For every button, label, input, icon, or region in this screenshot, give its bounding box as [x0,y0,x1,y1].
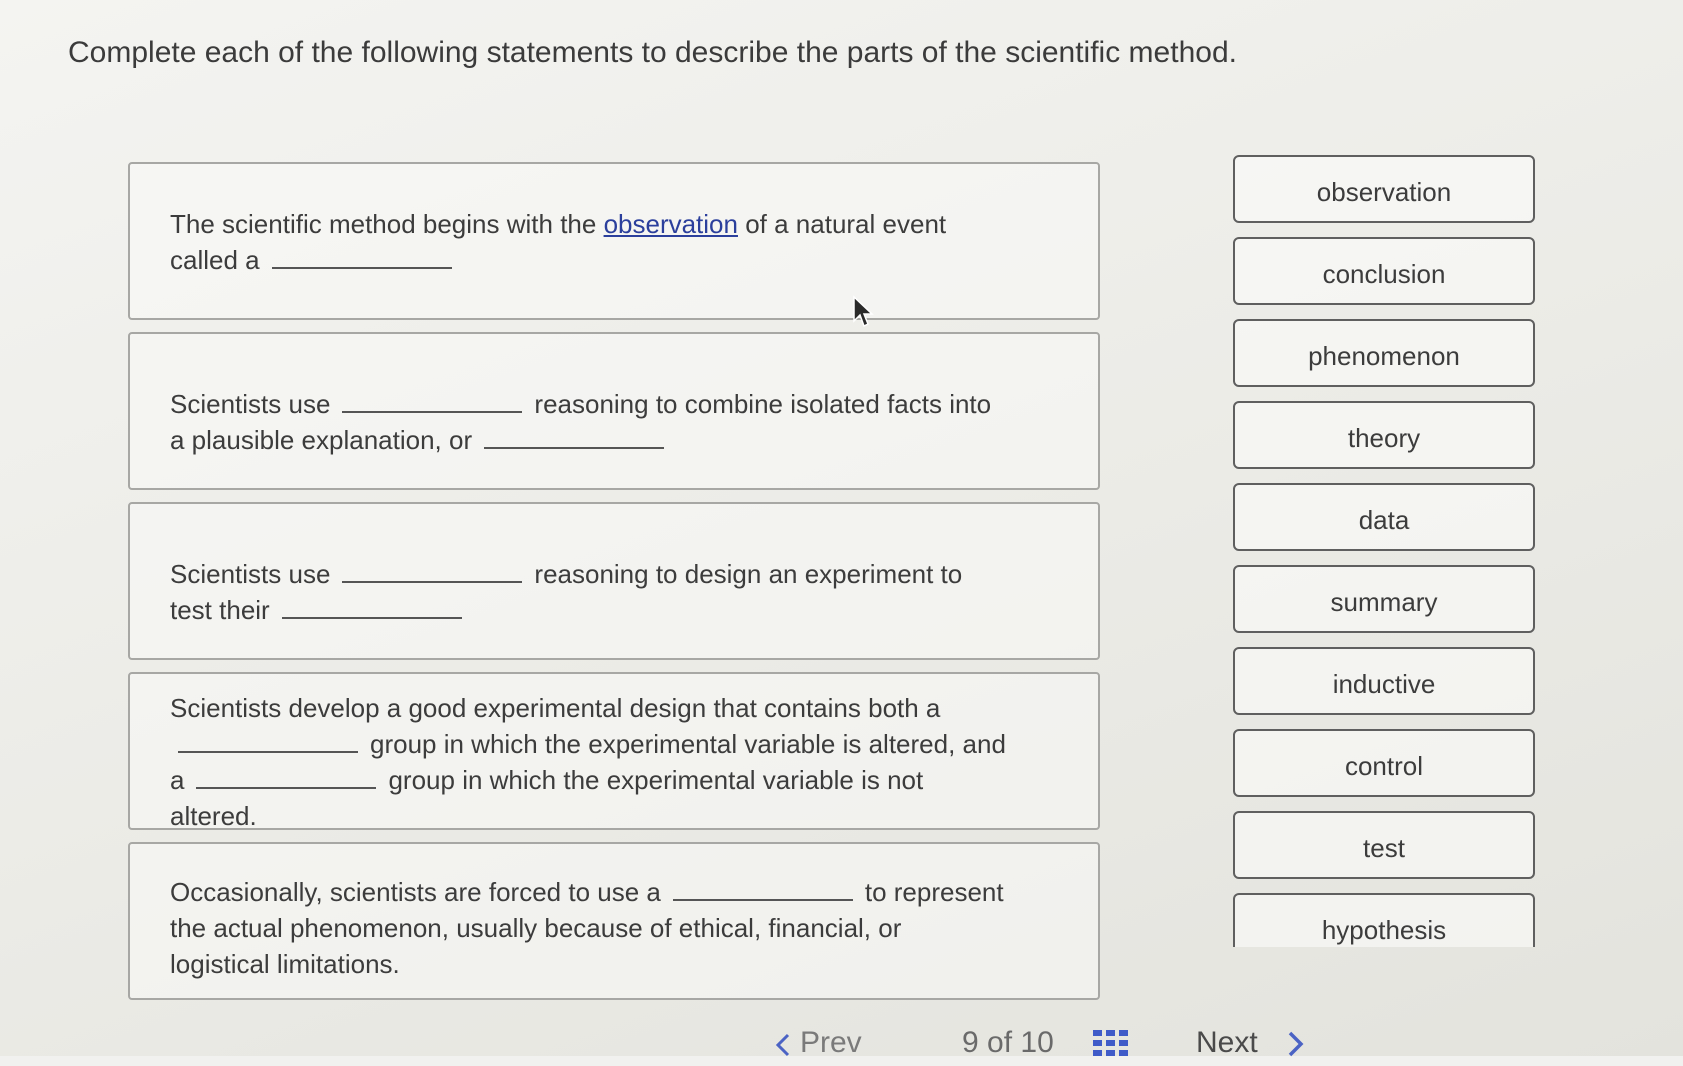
word-chip-hypothesis[interactable]: hypothesis [1233,893,1535,947]
blank-drop-target[interactable] [342,557,523,583]
statement-4: Scientists develop a good experimental d… [128,672,1100,831]
chevron-left-icon[interactable] [774,1032,792,1058]
grid-menu-icon[interactable] [1093,1030,1129,1056]
next-button[interactable]: Next [1196,1026,1258,1060]
page-background: Complete each of the following statement… [0,0,1683,1059]
page-indicator: 9 of 10 [962,1026,1054,1059]
statement-3: Scientists use reasoning to design an exp… [128,502,1100,660]
word-chip-control[interactable]: control [1233,729,1535,797]
statement-1-line-2: called a [170,242,1058,278]
prev-button[interactable]: Prev [800,1026,862,1060]
word-chip-observation[interactable]: observation [1233,155,1535,223]
word-chip-theory[interactable]: theory [1233,401,1535,469]
word-chip-conclusion[interactable]: conclusion [1233,237,1535,305]
blank-drop-target[interactable] [281,593,462,619]
blank-drop-target[interactable] [196,763,377,789]
word-chip-test[interactable]: test [1233,811,1535,879]
statements-list: The scientific method begins with the ob… [128,162,1100,1000]
statement-2: Scientists use reasoning to combine isola… [128,332,1100,490]
blank-drop-target[interactable] [672,875,853,901]
blank-drop-target[interactable] [342,387,523,413]
word-chip-summary[interactable]: summary [1233,565,1535,633]
blank-drop-target[interactable] [271,243,452,269]
current-page: 9 [962,1026,979,1059]
blank-drop-target[interactable] [484,423,665,449]
blank-drop-target[interactable] [178,727,358,753]
word-chip-data[interactable]: data [1233,483,1535,551]
statement-1: The scientific method begins with the ob… [128,162,1100,320]
word-chip-phenomenon[interactable]: phenomenon [1233,319,1535,387]
word-chip-inductive[interactable]: inductive [1233,647,1535,715]
chevron-right-icon[interactable] [1285,1030,1305,1058]
observation-link[interactable]: observation [604,209,738,239]
total-pages: 10 [1020,1026,1054,1059]
instruction-text: Complete each of the following statement… [68,36,1237,69]
mouse-pointer-icon [853,295,874,328]
statement-5: Occasionally, scientists are forced to u… [128,842,1100,1000]
pagination-bar: Prev 9 of 10 Next [0,1026,1683,1066]
word-bank: observation conclusion phenomenon theory… [1233,155,1535,947]
statement-1-line-1: The scientific method begins with the ob… [170,209,947,239]
